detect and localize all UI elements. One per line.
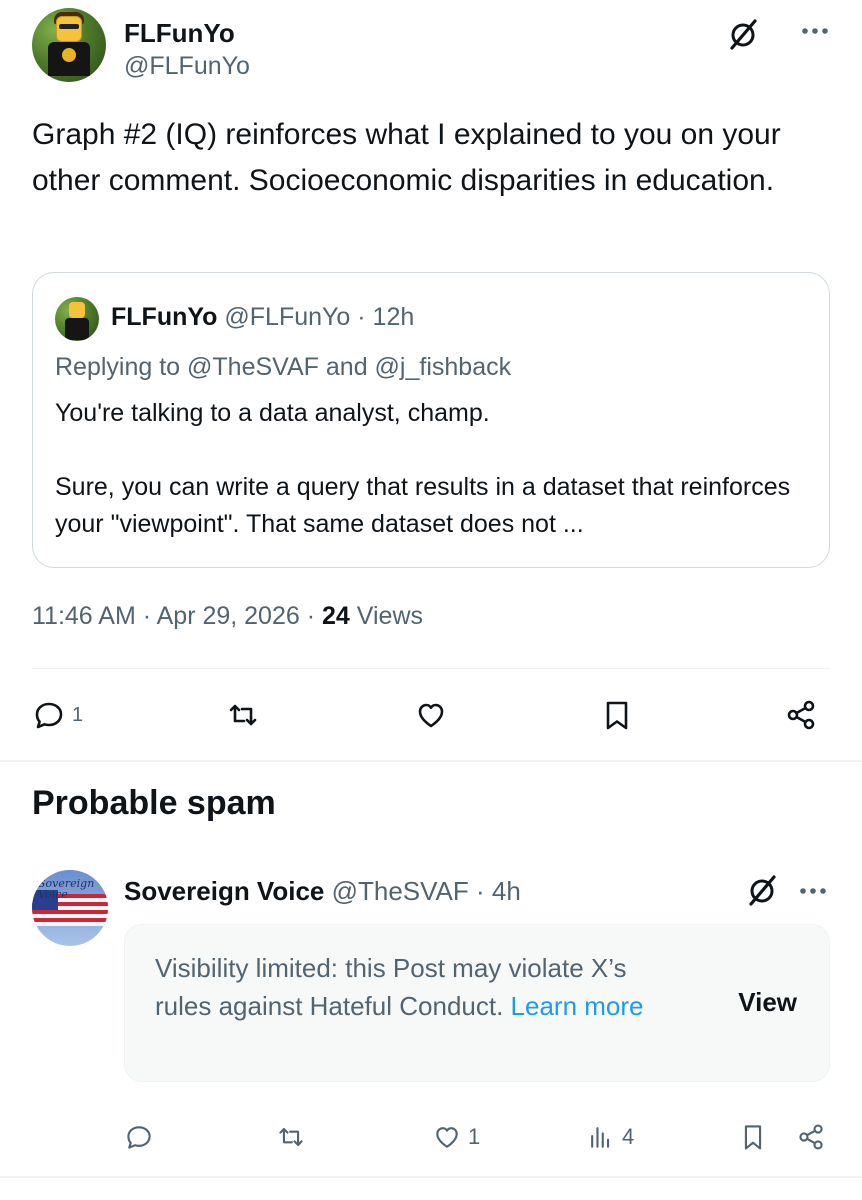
grok-icon[interactable]: [726, 18, 760, 52]
post-text: Graph #2 (IQ) reinforces what I explaine…: [32, 118, 781, 197]
reply-count: 1: [72, 703, 84, 726]
post-timestamp: 11:46 AM · Apr 29, 2026 · 24 Views: [32, 602, 423, 631]
section-divider: [0, 760, 862, 762]
divider: [32, 668, 830, 669]
share-button[interactable]: [784, 690, 818, 740]
grok-icon[interactable]: [745, 874, 779, 908]
replying-to: Replying to @TheSVAF and @j_fishback: [55, 353, 511, 382]
reply-handle-time[interactable]: @TheSVAF · 4h: [324, 876, 521, 906]
mention-link[interactable]: @j_fishback: [375, 353, 512, 381]
analytics-button[interactable]: 4: [586, 1112, 634, 1162]
reply-meta: Sovereign Voice @TheSVAF · 4h: [124, 876, 521, 907]
share-button[interactable]: [796, 1112, 826, 1162]
post-header: FLFunYo @FLFunYo: [32, 8, 832, 88]
mention-link[interactable]: @TheSVAF: [187, 353, 319, 381]
reply-icon: [127, 1126, 151, 1149]
author-handle[interactable]: @FLFunYo: [124, 52, 250, 81]
reply-button[interactable]: 1: [32, 690, 83, 740]
visibility-limited-text: Visibility limited: this Post may violat…: [155, 949, 675, 1025]
view-button[interactable]: View: [738, 987, 797, 1018]
section-title: Probable spam: [32, 784, 276, 822]
like-count: 1: [468, 1124, 481, 1149]
reply-display-name[interactable]: Sovereign Voice: [124, 876, 324, 906]
repost-icon: [279, 1128, 303, 1146]
quoted-post[interactable]: FLFunYo @FLFunYo · 12h Replying to @TheS…: [32, 272, 830, 568]
bookmark-icon: [606, 701, 628, 730]
reply-button[interactable]: [124, 1112, 154, 1162]
learn-more-link[interactable]: Learn more: [511, 991, 644, 1021]
like-button[interactable]: [414, 690, 448, 740]
reply-icon: [35, 702, 63, 729]
like-button[interactable]: 1: [432, 1112, 480, 1162]
views-count: 24: [322, 602, 350, 630]
author-display-name[interactable]: FLFunYo: [124, 18, 235, 49]
quote-meta: FLFunYo @FLFunYo · 12h: [111, 303, 414, 332]
quote-body: You're talking to a data analyst, champ.…: [55, 395, 815, 543]
replying-and: and: [318, 353, 375, 381]
action-bar: 1: [32, 690, 830, 740]
more-icon[interactable]: [798, 14, 832, 48]
share-icon: [799, 1124, 823, 1150]
timestamp-text[interactable]: 11:46 AM · Apr 29, 2026 ·: [32, 602, 322, 630]
analytics-icon: [591, 1127, 610, 1148]
post-detail-page: FLFunYo @FLFunYo Graph #2 (IQ) reinforce…: [0, 0, 862, 1200]
heart-icon: [436, 1127, 458, 1148]
repost-button[interactable]: [276, 1112, 306, 1162]
quote-paragraph: Sure, you can write a query that results…: [55, 473, 791, 538]
quote-avatar: [55, 297, 99, 341]
bookmark-button[interactable]: [600, 690, 634, 740]
views-label: Views: [349, 602, 423, 630]
divider: [0, 1176, 862, 1178]
heart-icon: [418, 703, 444, 728]
more-icon[interactable]: [796, 874, 830, 908]
views-count: 4: [622, 1124, 635, 1149]
visibility-limited-notice: Visibility limited: this Post may violat…: [124, 924, 830, 1082]
repost-icon: [229, 704, 257, 726]
repost-button[interactable]: [226, 690, 260, 740]
avatar-logo-text: Sovereign Voice: [38, 877, 95, 901]
quote-paragraph: You're talking to a data analyst, champ.: [55, 399, 490, 427]
reply-avatar[interactable]: Sovereign Voice: [32, 870, 108, 946]
bookmark-button[interactable]: [738, 1112, 768, 1162]
quote-display-name: FLFunYo: [111, 303, 218, 331]
quote-handle-time: @FLFunYo · 12h: [224, 303, 415, 331]
reply-action-bar: 1 4: [124, 1112, 830, 1156]
replying-prefix: Replying to: [55, 353, 188, 381]
share-icon: [787, 700, 815, 730]
avatar[interactable]: [32, 8, 106, 82]
bookmark-icon: [744, 1125, 762, 1150]
